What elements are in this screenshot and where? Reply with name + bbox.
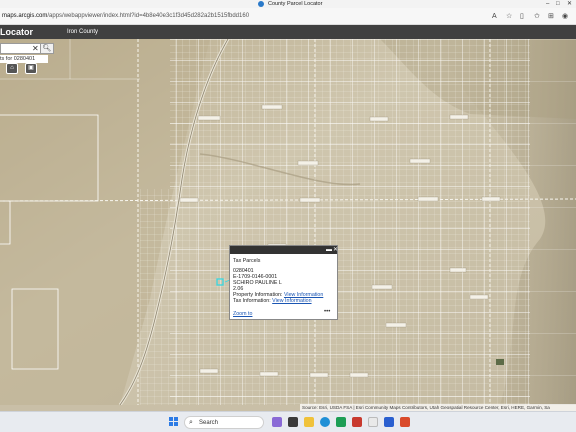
- home-icon: ⌂: [10, 65, 14, 71]
- taskbar-search-placeholder: Search: [199, 420, 219, 426]
- favorites-icon[interactable]: ✩: [534, 12, 540, 21]
- tax-info-row: Tax Information: View Information: [233, 298, 312, 304]
- parcel-grid-east: [530, 39, 576, 405]
- task-view-icon[interactable]: [288, 417, 298, 427]
- tax-info-label: Tax Information:: [233, 298, 271, 304]
- excel-icon[interactable]: [336, 417, 346, 427]
- parcel-popup[interactable]: ▬ ✕ Tax Parcels 0280401 E-1709-0146-0001…: [229, 245, 338, 320]
- screen: County Parcel Locator – □ ✕ maps.arcgis.…: [0, 0, 576, 432]
- popup-layer-title: Tax Parcels: [233, 258, 261, 264]
- dock-popup-icon[interactable]: ▬: [326, 246, 332, 254]
- favorite-star-icon[interactable]: ☆: [506, 12, 512, 21]
- parcel-grid-blocks: [170, 39, 530, 405]
- close-popup-icon[interactable]: ✕: [333, 246, 338, 254]
- layers-icon: ▣: [28, 65, 34, 71]
- windows-start-icon[interactable]: [169, 417, 179, 427]
- file-explorer-icon[interactable]: [304, 417, 314, 427]
- building-footprint: [496, 359, 504, 365]
- map-canvas[interactable]: [0, 39, 576, 405]
- search-icon: 🔍︎: [42, 45, 52, 52]
- split-screen-icon[interactable]: ▯: [520, 12, 524, 21]
- tax-info-link[interactable]: View Information: [272, 298, 311, 304]
- address-bar[interactable]: maps.arcgis.com/apps/webappviewer/index.…: [0, 8, 576, 25]
- read-aloud-icon[interactable]: A: [492, 12, 497, 21]
- map-view[interactable]: [0, 39, 576, 405]
- more-actions-icon[interactable]: •••: [324, 309, 330, 315]
- tab-favicon-icon: [258, 1, 264, 7]
- taskbar-search-icon: ⌕: [189, 419, 193, 426]
- close-window-icon[interactable]: ✕: [567, 0, 572, 8]
- store-icon[interactable]: [368, 417, 378, 427]
- zoom-to-link[interactable]: Zoom to: [233, 311, 252, 317]
- app-header: Locator Iron County: [0, 25, 576, 39]
- word-icon[interactable]: [384, 417, 394, 427]
- tab-title[interactable]: County Parcel Locator: [268, 0, 322, 8]
- search-button[interactable]: 🔍︎: [40, 43, 54, 54]
- taskbar-search[interactable]: ⌕ Search: [184, 416, 264, 429]
- maximize-icon[interactable]: □: [556, 0, 560, 8]
- profile-icon[interactable]: ◉: [562, 12, 568, 21]
- home-button[interactable]: ⌂: [6, 63, 18, 74]
- close-icon[interactable]: ✕: [32, 44, 39, 53]
- url-path: /apps/webappviewer/index.html?id=4b8e40e…: [47, 13, 250, 19]
- app-name: Locator: [0, 27, 34, 37]
- powerpoint-icon[interactable]: [400, 417, 410, 427]
- widgets-icon[interactable]: [272, 417, 282, 427]
- edge-browser-icon[interactable]: [320, 417, 330, 427]
- minimize-icon[interactable]: –: [546, 0, 549, 8]
- map-attribution: Source: Esri, USDA FSA | Esri Community …: [300, 404, 576, 411]
- collections-icon[interactable]: ⊞: [548, 12, 554, 21]
- url-host: maps.arcgis.com: [2, 13, 48, 19]
- popup-header: ▬ ✕: [230, 246, 338, 254]
- search-results-text[interactable]: ts for 0280401: [0, 55, 48, 63]
- county-title: Iron County: [67, 29, 99, 35]
- url-text[interactable]: maps.arcgis.com/apps/webappviewer/index.…: [2, 12, 249, 21]
- windows-taskbar: ⌕ Search: [0, 411, 576, 432]
- browser-title-bar: County Parcel Locator – □ ✕: [0, 0, 576, 8]
- locate-button[interactable]: ▣: [25, 63, 37, 74]
- office-icon[interactable]: [352, 417, 362, 427]
